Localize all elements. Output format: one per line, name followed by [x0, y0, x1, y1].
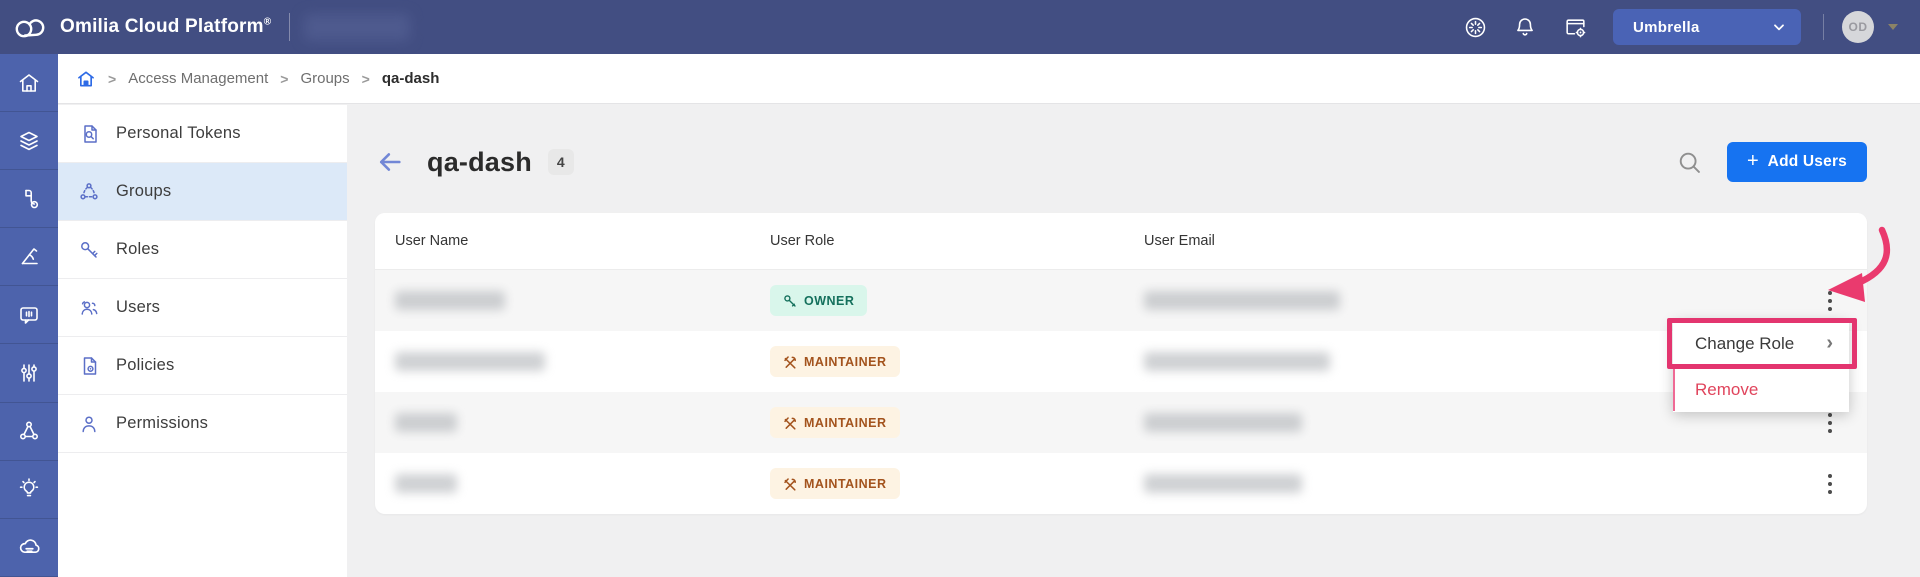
redacted-nav-item	[304, 14, 410, 41]
redacted-user-email	[1144, 474, 1302, 493]
table-header-row: User Name User Role User Email	[375, 213, 1867, 270]
key-icon	[78, 239, 100, 261]
search-icon[interactable]	[1673, 145, 1707, 179]
user-avatar[interactable]: OD	[1842, 11, 1874, 43]
role-label: MAINTAINER	[804, 416, 887, 430]
column-header-user-email: User Email	[1144, 233, 1792, 249]
plus-icon: +	[1747, 151, 1759, 171]
breadcrumb-home-icon[interactable]	[76, 69, 96, 89]
organization-name: Umbrella	[1633, 19, 1700, 36]
redacted-user-name	[395, 291, 505, 310]
tools-icon	[783, 416, 797, 430]
column-header-user-name: User Name	[375, 233, 770, 249]
cloud-menu-icon[interactable]	[0, 519, 58, 577]
layers-icon[interactable]	[0, 112, 58, 170]
redacted-user-email	[1144, 291, 1340, 310]
row-actions-kebab-icon[interactable]	[1822, 468, 1838, 500]
role-badge-maintainer: MAINTAINER	[770, 346, 900, 377]
table-row: OWNER	[375, 270, 1867, 331]
breadcrumb-separator: >	[280, 71, 288, 87]
breadcrumb-item-access-management[interactable]: Access Management	[128, 70, 268, 87]
sidebar-item-label: Personal Tokens	[116, 124, 241, 143]
home-icon[interactable]	[0, 54, 58, 112]
console-settings-icon[interactable]	[1555, 7, 1595, 47]
insights-icon[interactable]	[0, 461, 58, 519]
sidebar-item-label: Policies	[116, 356, 174, 375]
tools-icon	[783, 477, 797, 491]
breadcrumb: > Access Management > Groups > qa-dash	[58, 54, 1920, 104]
sidebar-item-personal-tokens[interactable]: Personal Tokens	[58, 105, 347, 163]
table-row: MAINTAINER	[375, 331, 1867, 392]
context-menu-remove[interactable]: Remove	[1673, 367, 1849, 412]
sidebar-item-users[interactable]: Users	[58, 279, 347, 337]
bell-icon[interactable]	[1505, 7, 1545, 47]
registered-mark: ®	[264, 17, 272, 28]
annotation-arrow	[1818, 226, 1896, 304]
role-label: MAINTAINER	[804, 477, 887, 491]
redacted-user-name	[395, 474, 457, 493]
remove-label: Remove	[1695, 380, 1758, 400]
network-icon[interactable]	[0, 403, 58, 461]
topbar-divider	[289, 13, 290, 41]
protractor-icon[interactable]	[0, 228, 58, 286]
chevron-down-icon	[1771, 19, 1787, 35]
policy-document-icon	[78, 355, 100, 377]
brand-title: Omilia Cloud Platform®	[60, 16, 271, 38]
member-count-badge: 4	[548, 149, 574, 175]
top-navbar: Omilia Cloud Platform®	[0, 0, 1920, 54]
token-document-icon	[78, 123, 100, 145]
breadcrumb-separator: >	[108, 71, 116, 87]
transcript-icon[interactable]	[0, 286, 58, 344]
role-label: OWNER	[804, 294, 854, 308]
sidebar-item-permissions[interactable]: Permissions	[58, 395, 347, 453]
omilia-cloud-logo-icon	[12, 12, 48, 42]
access-management-sidebar: Personal Tokens Groups Roles Users	[58, 105, 347, 577]
annotation-highlight-box	[1667, 318, 1857, 369]
users-icon	[78, 297, 100, 319]
redacted-user-name	[395, 413, 457, 432]
sidebar-item-roles[interactable]: Roles	[58, 221, 347, 279]
add-users-label: Add Users	[1768, 153, 1847, 171]
breadcrumb-separator: >	[362, 71, 370, 87]
topbar-divider	[1823, 14, 1824, 40]
sidebar-item-label: Roles	[116, 240, 159, 259]
organization-selector[interactable]: Umbrella	[1613, 9, 1801, 45]
group-network-icon	[78, 181, 100, 203]
avatar-caret-down-icon[interactable]	[1888, 24, 1898, 30]
key-icon	[783, 294, 797, 308]
table-row: MAINTAINER	[375, 392, 1867, 453]
role-badge-owner: OWNER	[770, 285, 867, 316]
page-title: qa-dash	[427, 147, 532, 178]
person-icon	[78, 413, 100, 435]
table-row: MAINTAINER	[375, 453, 1867, 514]
role-label: MAINTAINER	[804, 355, 887, 369]
annotation-edge-line	[1673, 369, 1675, 411]
group-members-table: User Name User Role User Email OWNER	[375, 213, 1867, 514]
sidebar-item-groups[interactable]: Groups	[58, 163, 347, 221]
redacted-user-email	[1144, 413, 1302, 432]
back-arrow-icon[interactable]	[375, 147, 405, 177]
sidebar-item-label: Permissions	[116, 414, 208, 433]
add-users-button[interactable]: + Add Users	[1727, 142, 1867, 182]
role-badge-maintainer: MAINTAINER	[770, 407, 900, 438]
topbar-actions: Umbrella OD	[1455, 7, 1898, 47]
breadcrumb-item-groups[interactable]: Groups	[300, 70, 349, 87]
role-badge-maintainer: MAINTAINER	[770, 468, 900, 499]
sidebar-item-policies[interactable]: Policies	[58, 337, 347, 395]
omilia-cloud-platform-app: Omilia Cloud Platform®	[0, 0, 1920, 577]
column-header-user-role: User Role	[770, 233, 1144, 249]
breadcrumb-item-current: qa-dash	[382, 70, 440, 87]
redacted-user-name	[395, 352, 545, 371]
sidebar-item-label: Users	[116, 298, 160, 317]
avatar-initials: OD	[1849, 20, 1868, 34]
support-icon[interactable]	[1455, 7, 1495, 47]
primary-icon-rail	[0, 54, 58, 577]
page-header-row: qa-dash 4 + Add Users	[375, 139, 1867, 185]
redacted-user-email	[1144, 352, 1330, 371]
sliders-icon[interactable]	[0, 344, 58, 402]
tools-icon	[783, 355, 797, 369]
handset-icon[interactable]	[0, 170, 58, 228]
sidebar-item-label: Groups	[116, 182, 171, 201]
